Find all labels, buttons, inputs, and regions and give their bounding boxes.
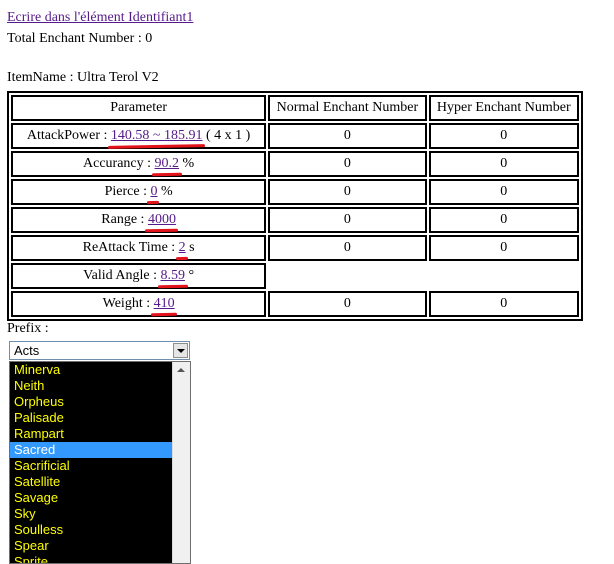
prefix-option[interactable]: Orpheus (10, 394, 174, 410)
pierce-normal: 0 (268, 179, 427, 205)
prefix-label: Prefix : (7, 321, 49, 336)
pierce-label: Pierce : (104, 184, 151, 199)
red-underline-mark (144, 228, 178, 233)
pierce-suffix: % (157, 184, 173, 199)
attackpower-cell: AttackPower : 140.58 ~ 185.91 ( 4 x 1 ) (11, 123, 267, 149)
red-underline-mark (150, 312, 177, 317)
header-normal-enchant: Normal Enchant Number (268, 95, 427, 121)
table-row: Valid Angle : 8.59 ° (11, 263, 579, 289)
prefix-select[interactable]: Acts (9, 341, 190, 360)
reattack-value[interactable]: 2 (175, 240, 188, 261)
prefix-dropdown-list[interactable]: Minerva Neith Orpheus Palisade Rampart S… (9, 361, 191, 564)
range-hyper: 0 (428, 207, 579, 233)
reattack-label: ReAttack Time : (82, 240, 179, 255)
prefix-option[interactable]: Satellite (10, 474, 174, 490)
accurancy-hyper: 0 (428, 151, 579, 177)
write-identifier-link[interactable]: Ecrire dans l'élément Identifiant1 (7, 10, 193, 26)
table-row: AttackPower : 140.58 ~ 185.91 ( 4 x 1 ) … (11, 123, 579, 149)
attackpower-hyper: 0 (428, 123, 579, 149)
attackpower-label: AttackPower : (26, 128, 111, 143)
valid-angle-label: Valid Angle : (83, 268, 161, 283)
table-row: Range : 4000 0 0 (11, 207, 579, 233)
total-enchant-number: Total Enchant Number : 0 (7, 31, 153, 46)
red-underline-mark (151, 172, 182, 177)
red-underline-mark (147, 200, 160, 205)
valid-angle-value[interactable]: 8.59 (157, 268, 188, 289)
item-name: ItemName : Ultra Terol V2 (7, 70, 159, 85)
range-label: Range : (101, 212, 148, 227)
weight-hyper: 0 (428, 291, 579, 317)
weight-label: Weight : (102, 296, 154, 311)
reattack-cell: ReAttack Time : 2 s (11, 235, 267, 261)
range-cell: Range : 4000 (11, 207, 267, 233)
prefix-option[interactable]: Minerva (10, 362, 174, 378)
prefix-option[interactable]: Sprite (10, 554, 174, 563)
prefix-option[interactable]: Soulless (10, 522, 174, 538)
empty-cell (268, 263, 426, 289)
table-header-row: Parameter Normal Enchant Number Hyper En… (11, 95, 579, 121)
red-underline-mark (175, 256, 188, 261)
prefix-option[interactable]: Neith (10, 378, 174, 394)
reattack-hyper: 0 (428, 235, 579, 261)
empty-cell (429, 263, 579, 289)
dropdown-scrollbar[interactable] (172, 362, 190, 563)
prefix-option[interactable]: Sacred (10, 442, 174, 458)
table-row: Pierce : 0 % 0 0 (11, 179, 579, 205)
table-row: ReAttack Time : 2 s 0 0 (11, 235, 579, 261)
pierce-hyper: 0 (428, 179, 579, 205)
weight-cell: Weight : 410 (11, 291, 267, 317)
pierce-cell: Pierce : 0 % (11, 179, 267, 205)
attackpower-value[interactable]: 140.58 ~ 185.91 (107, 128, 205, 149)
enchant-table: Parameter Normal Enchant Number Hyper En… (7, 91, 583, 321)
accurancy-value[interactable]: 90.2 (151, 156, 182, 177)
table-row: Weight : 410 0 0 (11, 291, 579, 317)
chevron-up-icon[interactable] (177, 368, 185, 372)
header-hyper-enchant: Hyper Enchant Number (428, 95, 579, 121)
accurancy-normal: 0 (268, 151, 427, 177)
valid-angle-suffix: ° (185, 268, 195, 283)
prefix-option[interactable]: Sky (10, 506, 174, 522)
header-parameter: Parameter (11, 95, 267, 121)
accurancy-cell: Accurancy : 90.2 % (11, 151, 267, 177)
prefix-option[interactable]: Spear (10, 538, 174, 554)
red-underline-mark (157, 284, 188, 289)
valid-angle-cell: Valid Angle : 8.59 ° (11, 263, 267, 289)
chevron-down-icon[interactable] (173, 343, 188, 358)
range-normal: 0 (268, 207, 427, 233)
accurancy-suffix: % (179, 156, 195, 171)
pierce-value[interactable]: 0 (147, 184, 160, 205)
prefix-option[interactable]: Palisade (10, 410, 174, 426)
prefix-option[interactable]: Savage (10, 490, 174, 506)
range-value[interactable]: 4000 (144, 212, 178, 233)
weight-value[interactable]: 410 (150, 296, 177, 317)
weight-normal: 0 (268, 291, 427, 317)
prefix-option[interactable]: Rampart (10, 426, 174, 442)
reattack-suffix: s (185, 240, 195, 255)
reattack-normal: 0 (268, 235, 427, 261)
attackpower-suffix: ( 4 x 1 ) (202, 128, 251, 143)
prefix-option[interactable]: Sacrificial (10, 458, 174, 474)
attackpower-normal: 0 (268, 123, 427, 149)
table-row: Accurancy : 90.2 % 0 0 (11, 151, 579, 177)
prefix-selected-value: Acts (14, 343, 40, 358)
accurancy-label: Accurancy : (83, 156, 155, 171)
red-underline-mark (107, 144, 205, 149)
